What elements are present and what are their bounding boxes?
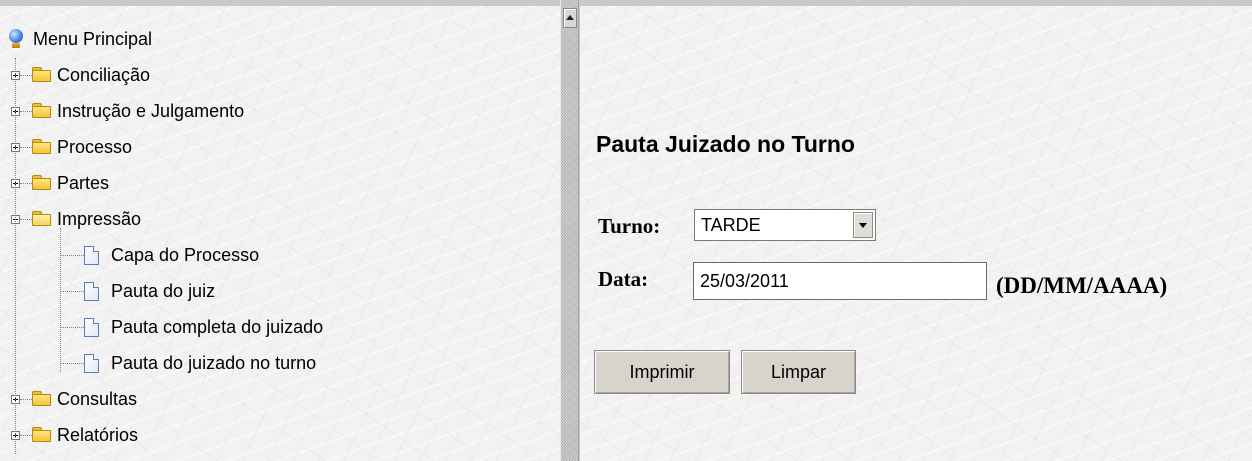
menu-root[interactable]: Menu Principal (0, 22, 540, 58)
document-icon (84, 318, 99, 337)
menu-subitem-capa-do-processo[interactable]: Capa do Processo (0, 238, 540, 274)
globe-icon (9, 29, 23, 49)
menu-item-processo[interactable]: Processo (0, 130, 540, 166)
menu-subitem-label: Pauta do juiz (111, 281, 216, 301)
menu-frame: Menu Principal Conciliação Instrução e J… (0, 0, 560, 461)
clear-button[interactable]: Limpar (741, 350, 856, 394)
menu-root-label: Menu Principal (33, 29, 153, 49)
menu-item-label: Impressão (57, 209, 142, 229)
document-icon (84, 354, 99, 373)
menu-item-label: Relatórios (57, 425, 139, 445)
menu-item-label: Instrução e Julgamento (57, 101, 245, 121)
content-frame: Pauta Juizado no Turno Turno: TARDE Data… (580, 0, 1252, 461)
document-icon (84, 282, 99, 301)
folder-icon (32, 103, 51, 118)
menu-subitem-pauta-juizado-turno[interactable]: Pauta do juizado no turno (0, 346, 540, 382)
menu-item-instrucao-julgamento[interactable]: Instrução e Julgamento (0, 94, 540, 130)
turno-label: Turno: (598, 214, 661, 238)
folder-icon (32, 139, 51, 154)
folder-icon (32, 427, 51, 442)
menu-item-impressao[interactable]: Impressão (0, 202, 540, 372)
menu-item-label: Conciliação (57, 65, 151, 85)
menu-item-conciliacao[interactable]: Conciliação (0, 58, 540, 94)
menu-subitem-pauta-completa[interactable]: Pauta completa do juizado (0, 310, 540, 346)
date-format-hint: (DD/MM/AAAA) (996, 273, 1168, 298)
menu-subitem-label: Capa do Processo (111, 245, 260, 265)
menu-item-label: Consultas (57, 389, 138, 409)
menu-subitem-label: Pauta completa do juizado (111, 317, 324, 337)
folder-icon (32, 175, 51, 190)
menu-subitem-label: Pauta do juizado no turno (111, 353, 317, 373)
document-icon (84, 246, 99, 265)
menu-item-relatorios[interactable]: Relatórios (0, 418, 540, 454)
print-button[interactable]: Imprimir (594, 350, 730, 394)
menu-item-consultas[interactable]: Consultas (0, 382, 540, 418)
chevron-down-icon[interactable] (853, 212, 873, 238)
menu-item-label: Partes (57, 173, 110, 193)
page-title: Pauta Juizado no Turno (596, 131, 855, 157)
menu-item-label: Processo (57, 137, 133, 157)
data-field[interactable] (693, 262, 987, 300)
folder-icon (32, 67, 51, 82)
folder-open-icon (32, 211, 51, 226)
turno-selected-value: TARDE (701, 215, 761, 235)
menu-tree: Menu Principal Conciliação Instrução e J… (0, 22, 540, 454)
menu-subitem-pauta-do-juiz[interactable]: Pauta do juiz (0, 274, 540, 310)
menu-item-partes[interactable]: Partes (0, 166, 540, 202)
scroll-up-arrow-icon[interactable] (563, 8, 577, 28)
data-label: Data: (598, 267, 649, 291)
menu-scrollbar[interactable] (560, 0, 579, 461)
turno-select[interactable]: TARDE (694, 209, 876, 241)
folder-icon (32, 391, 51, 406)
